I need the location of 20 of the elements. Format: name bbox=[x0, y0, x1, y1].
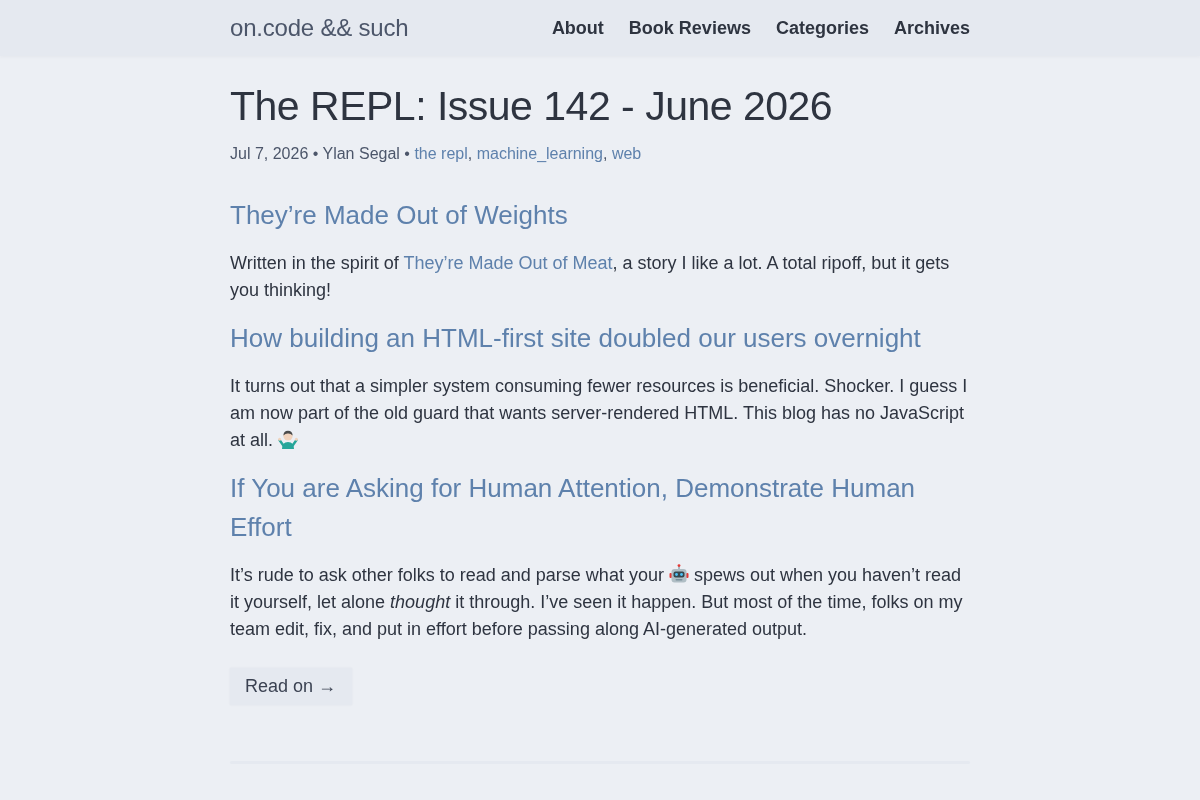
tag-link[interactable]: machine_learning bbox=[476, 145, 603, 162]
robot-icon bbox=[668, 564, 689, 584]
nav-link[interactable]: Archives bbox=[893, 17, 970, 39]
post-title: The REPL: Issue 142 - June 2026 bbox=[230, 82, 834, 131]
article-heading-link[interactable]: They’re Made Out of Weights bbox=[230, 196, 568, 235]
article-heading-link[interactable]: How building an HTML-first site doubled our users overnight bbox=[230, 319, 921, 358]
nav-link[interactable]: About bbox=[551, 17, 604, 39]
tag-link[interactable]: web bbox=[611, 145, 642, 162]
article-summary: Written in the spirit of They’re Made Out of Meat, a story I like a lot. A total ripoff, but it gets you thinking! bbox=[230, 252, 951, 302]
article-summary: It’s rude to ask other folks to read and parse what your spews out when you haven’t read it yourself, let alone thought it through. I’ve seen it happen. But most of the time, folks on my team edit, fix, and put in effort before passing along AI-generated output. bbox=[230, 563, 964, 641]
nav-link[interactable]: Book Reviews bbox=[628, 17, 751, 39]
article-summary: It turns out that a simpler system consuming fewer resources is beneficial. Shocker. I guess I am now part of the old guard that wants server-rendered HTML. This blog has no JavaScript at all. bbox=[230, 375, 969, 452]
inline-link[interactable]: They’re Made Out of Meat bbox=[403, 253, 613, 273]
tag-link[interactable]: the repl bbox=[414, 145, 468, 162]
nav-link[interactable]: Categories bbox=[775, 17, 869, 39]
site-title-link[interactable]: on.code && such bbox=[230, 14, 409, 42]
read-on-button[interactable]: Read on → bbox=[230, 668, 353, 705]
article-heading-link[interactable]: If You are Asking for Human Attention, Demonstrate Human Effort bbox=[230, 469, 970, 547]
post-meta: Jul 7, 2026 • Ylan Segal • the repl, machine_learning, web bbox=[230, 144, 643, 164]
shrugging-person-icon bbox=[278, 429, 299, 449]
